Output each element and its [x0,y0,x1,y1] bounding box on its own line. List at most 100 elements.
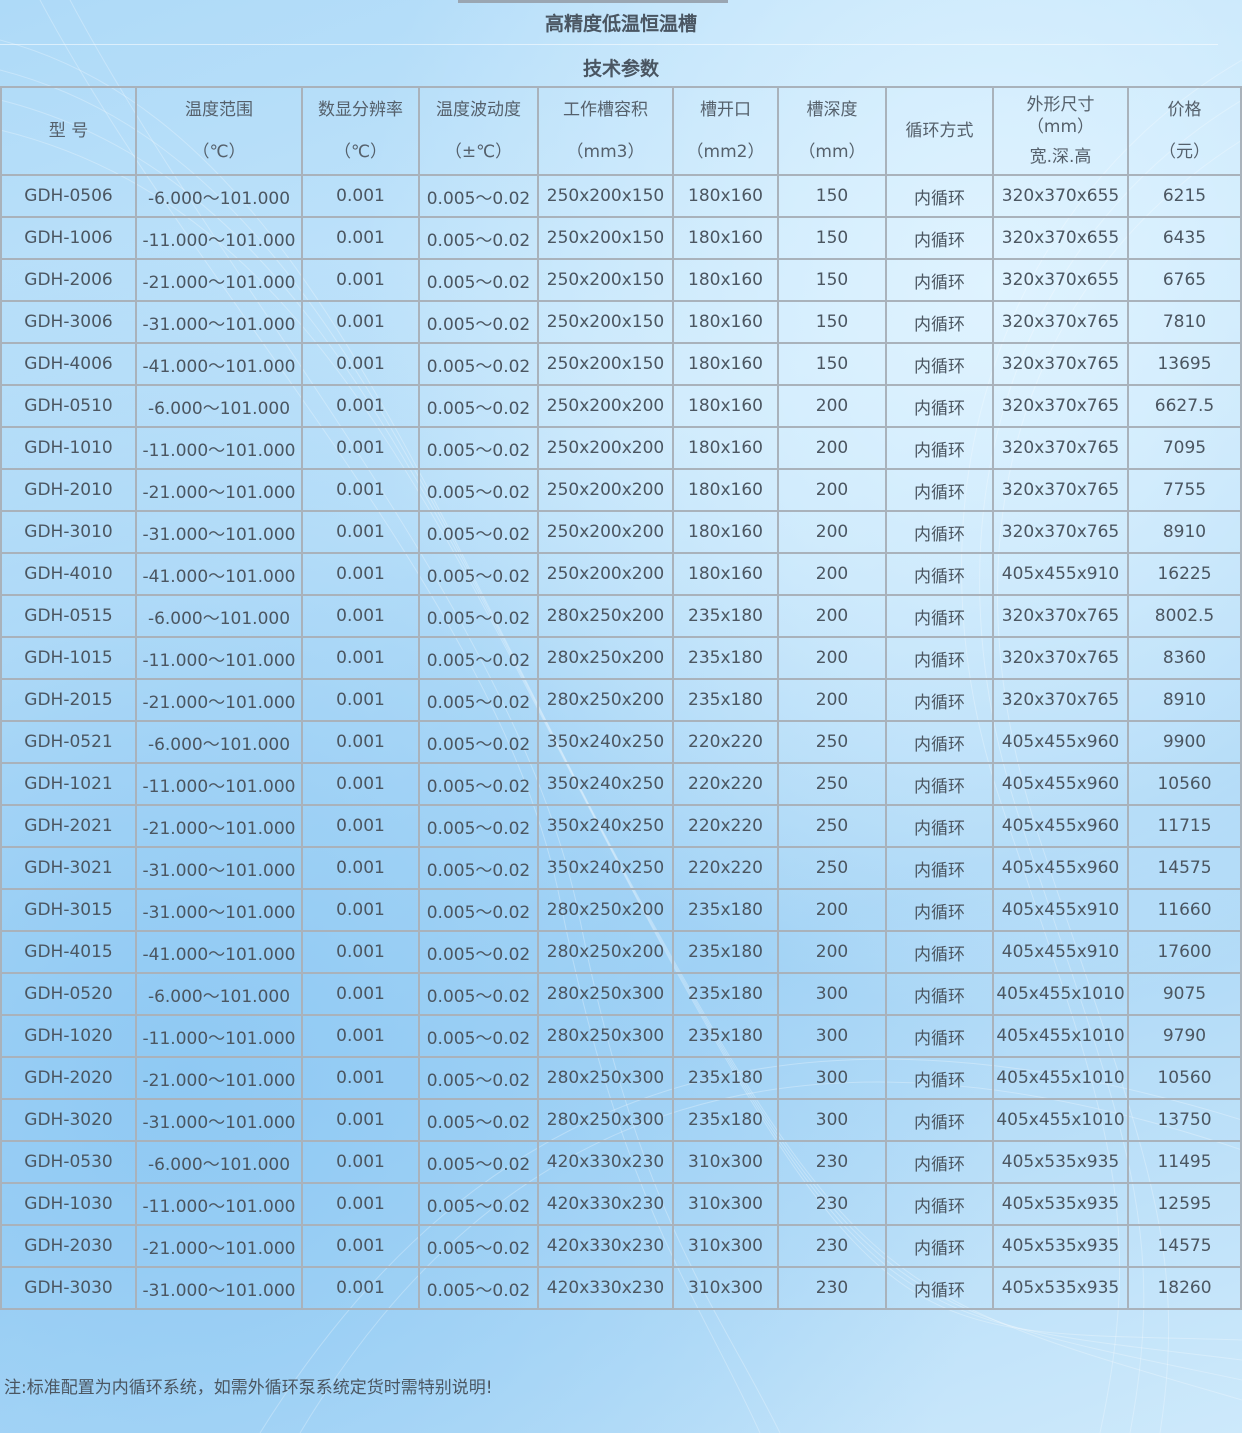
model-cell: GDH-3021 [0,846,137,890]
depth-cell: 300 [777,972,887,1016]
dims-cell: 320x370x765 [992,384,1129,428]
header-dims-sub: 宽.深.高 [1029,147,1092,167]
dims-cell: 320x370x655 [992,174,1129,218]
price-cell: 6435 [1127,216,1242,260]
circulation-cell: 内循环 [885,384,994,428]
header-volume-label: 工作槽容积 [563,100,648,120]
depth-cell: 230 [777,1140,887,1184]
circulation-cell: 内循环 [885,342,994,386]
opening-cell: 235x180 [672,678,779,722]
volume-cell: 350x240x250 [537,846,674,890]
temp-range-cell: -6.000～101.000 [135,384,303,428]
dims-cell: 405x455x1010 [992,1056,1129,1100]
header-temp-range-label: 温度范围 [185,100,253,120]
model-cell: GDH-2021 [0,804,137,848]
temp-range-cell: -31.000～101.000 [135,1098,303,1142]
temp-range-cell: -31.000～101.000 [135,510,303,554]
temp-range-cell: -31.000～101.000 [135,846,303,890]
dims-cell: 405x535x935 [992,1140,1129,1184]
circulation-cell: 内循环 [885,720,994,764]
header-resolution-label: 数显分辨率 [318,100,403,120]
resolution-cell: 0.001 [301,468,420,512]
model-cell: GDH-0515 [0,594,137,638]
depth-cell: 230 [777,1266,887,1310]
volume-cell: 350x240x250 [537,720,674,764]
opening-cell: 180x160 [672,258,779,302]
page-title: 高精度低温恒温槽 [544,13,697,35]
circulation-cell: 内循环 [885,1224,994,1268]
price-cell: 10560 [1127,1056,1242,1100]
fluctuation-cell: 0.005～0.02 [418,1182,539,1226]
volume-cell: 350x240x250 [537,762,674,806]
model-cell: GDH-1030 [0,1182,137,1226]
header-volume-unit: （mm3） [566,142,645,162]
circulation-cell: 内循环 [885,762,994,806]
volume-cell: 280x250x200 [537,888,674,932]
table-row: GDH-2006 -21.000～101.000 0.001 0.005～0.02 25… [0,258,1242,302]
opening-cell: 235x180 [672,636,779,680]
resolution-cell: 0.001 [301,426,420,470]
circulation-cell: 内循环 [885,300,994,344]
volume-cell: 250x200x150 [537,300,674,344]
table-row: GDH-4010 -41.000～101.000 0.001 0.005～0.02 25… [0,552,1242,596]
fluctuation-cell: 0.005～0.02 [418,846,539,890]
header-opening-unit: （mm2） [686,142,765,162]
dims-cell: 320x370x765 [992,468,1129,512]
model-cell: GDH-0520 [0,972,137,1016]
resolution-cell: 0.001 [301,846,420,890]
resolution-cell: 0.001 [301,258,420,302]
opening-cell: 235x180 [672,1014,779,1058]
header-price-label: 价格 [1167,100,1202,120]
resolution-cell: 0.001 [301,720,420,764]
header-circulation: 循环方式 [885,86,994,176]
price-cell: 6215 [1127,174,1242,218]
opening-cell: 220x220 [672,720,779,764]
price-cell: 16225 [1127,552,1242,596]
opening-cell: 180x160 [672,342,779,386]
model-cell: GDH-0510 [0,384,137,428]
table-row: GDH-1020 -11.000～101.000 0.001 0.005～0.02 28… [0,1014,1242,1058]
opening-cell: 310x300 [672,1266,779,1310]
table-row: GDH-1010 -11.000～101.000 0.001 0.005～0.02 25… [0,426,1242,470]
dims-cell: 405x455x910 [992,888,1129,932]
resolution-cell: 0.001 [301,300,420,344]
dims-cell: 320x370x765 [992,426,1129,470]
volume-cell: 250x200x150 [537,258,674,302]
circulation-cell: 内循环 [885,174,994,218]
table-row: GDH-2010 -21.000～101.000 0.001 0.005～0.02 25… [0,468,1242,512]
volume-cell: 280x250x200 [537,930,674,974]
resolution-cell: 0.001 [301,1140,420,1184]
dims-cell: 405x455x960 [992,720,1129,764]
dims-cell: 320x370x655 [992,258,1129,302]
temp-range-cell: -11.000～101.000 [135,762,303,806]
opening-cell: 180x160 [672,384,779,428]
circulation-cell: 内循环 [885,552,994,596]
price-cell: 9900 [1127,720,1242,764]
fluctuation-cell: 0.005～0.02 [418,1014,539,1058]
volume-cell: 250x200x200 [537,468,674,512]
depth-cell: 200 [777,384,887,428]
model-cell: GDH-4015 [0,930,137,974]
table-row: GDH-3006 -31.000～101.000 0.001 0.005～0.02 25… [0,300,1242,344]
fluctuation-cell: 0.005～0.02 [418,426,539,470]
header-volume: 工作槽容积 （mm3） [537,86,674,176]
depth-cell: 200 [777,930,887,974]
price-cell: 18260 [1127,1266,1242,1310]
volume-cell: 250x200x150 [537,342,674,386]
table-row: GDH-3010 -31.000～101.000 0.001 0.005～0.02 25… [0,510,1242,554]
temp-range-cell: -31.000～101.000 [135,300,303,344]
table-row: GDH-0510 -6.000～101.000 0.001 0.005～0.02 250… [0,384,1242,428]
fluctuation-cell: 0.005～0.02 [418,174,539,218]
circulation-cell: 内循环 [885,510,994,554]
circulation-cell: 内循环 [885,972,994,1016]
dims-cell: 405x455x910 [992,552,1129,596]
fluctuation-cell: 0.005～0.02 [418,510,539,554]
opening-cell: 310x300 [672,1182,779,1226]
resolution-cell: 0.001 [301,510,420,554]
circulation-cell: 内循环 [885,804,994,848]
depth-cell: 200 [777,594,887,638]
opening-cell: 180x160 [672,300,779,344]
circulation-cell: 内循环 [885,468,994,512]
temp-range-cell: -11.000～101.000 [135,636,303,680]
model-cell: GDH-0521 [0,720,137,764]
